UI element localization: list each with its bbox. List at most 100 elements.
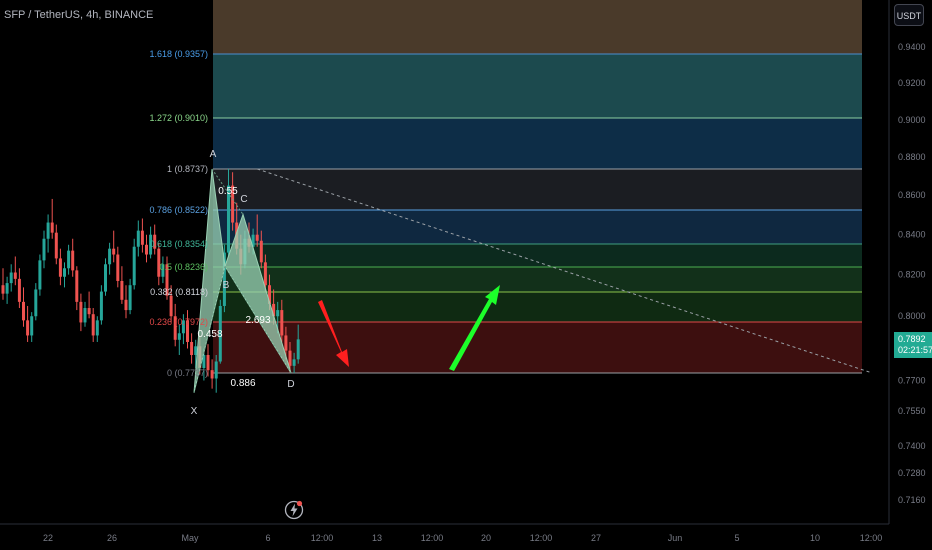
y-tick-label: 0.7160 [898, 495, 926, 505]
candle-body [50, 222, 54, 233]
candle-body [120, 280, 124, 300]
candle-body [30, 316, 34, 336]
candle-body [108, 248, 112, 265]
pattern-ratio-label: 0.458 [197, 329, 222, 340]
candle-body [42, 238, 46, 261]
x-tick-label: 12:00 [421, 533, 444, 543]
countdown-timer: 02:21:57 [898, 345, 932, 355]
candle-body [128, 285, 132, 311]
fib-zone-2[interactable] [213, 118, 862, 169]
candle-body [22, 301, 25, 321]
candle-body [34, 289, 38, 317]
candle-body [190, 341, 194, 355]
candle-body [38, 260, 42, 290]
x-axis-ticks[interactable]: 22 26 May 6 12:00 13 12:00 20 12:00 27 Jun 5 10 12:00 [43, 533, 882, 543]
fib-zone-5[interactable] [213, 244, 862, 267]
fib-zone-0[interactable] [213, 0, 862, 54]
candle-body [296, 339, 300, 360]
candle-body [124, 299, 128, 311]
fib-zone-3[interactable] [213, 169, 862, 210]
x-tick-label: 12:00 [860, 533, 883, 543]
candle-body [54, 232, 58, 259]
candle-body [116, 254, 120, 281]
fib-label-1: 1 (0.8737) [167, 164, 208, 174]
y-tick-label: 0.8400 [898, 230, 926, 240]
candle-body [71, 250, 75, 271]
fib-zone-4[interactable] [213, 210, 862, 244]
x-tick-label: Jun [668, 533, 683, 543]
fib-label-0: 0 (0.7737) [167, 368, 208, 378]
fib-zone-7[interactable] [213, 292, 862, 322]
pattern-point-B: B [223, 280, 230, 291]
candle-body [1, 285, 5, 294]
candle-body [104, 264, 107, 292]
y-tick-label: 0.7700 [898, 376, 926, 386]
chart-app: X A B C D 0.55 0.458 2.693 0.886 1.618 (0.9357) 1… [0, 0, 932, 550]
candle-body [214, 361, 218, 379]
candle-body [280, 310, 284, 336]
candle-body [292, 359, 296, 366]
y-tick-label: 0.8200 [898, 270, 926, 280]
candle-body [145, 244, 148, 255]
y-tick-label: 0.7280 [898, 468, 926, 478]
candle-body [169, 295, 173, 317]
currency-button[interactable]: USDT [894, 4, 924, 26]
last-price-badge: 0.7892 02:21:57 [894, 332, 932, 358]
last-price-value: 0.7892 [898, 334, 926, 344]
x-tick-label: 22 [43, 533, 53, 543]
fib-label-0.786: 0.786 (0.8522) [149, 205, 208, 215]
candle-body [112, 248, 116, 255]
candle-body [255, 234, 259, 241]
candle-body [263, 262, 267, 286]
fib-label-0.618: 0.618 (0.8354) [149, 239, 208, 249]
candle-body [5, 283, 9, 294]
fib-label-0.236: 0.236 (0.7972) [149, 317, 208, 327]
candle-body [210, 370, 214, 379]
y-tick-label: 0.7550 [898, 406, 926, 416]
pattern-point-D: D [287, 379, 294, 390]
pattern-point-A: A [210, 149, 217, 160]
y-tick-label: 0.9000 [898, 115, 926, 125]
fib-zone-1[interactable] [213, 54, 862, 118]
candle-body [13, 272, 17, 279]
candle-body [140, 230, 144, 245]
fib-zone-8[interactable] [213, 322, 862, 373]
candle-body [132, 246, 136, 286]
bolt-button[interactable] [284, 500, 304, 520]
candle-body [136, 230, 140, 247]
y-tick-label: 0.8600 [898, 190, 926, 200]
bolt-icon [284, 500, 304, 520]
alert-dot-icon [296, 500, 303, 507]
y-tick-label: 0.9200 [898, 78, 926, 88]
y-axis-ticks[interactable]: 0.9400 0.9200 0.9000 0.8800 0.8600 0.8400 0.82… [898, 42, 926, 505]
candle-body [26, 320, 30, 336]
candle-body [284, 335, 288, 351]
candle-body [9, 272, 13, 284]
fib-label-0.382: 0.382 (0.8118) [150, 287, 208, 297]
symbol-title[interactable]: SFP / TetherUS, 4h, BINANCE [4, 9, 153, 21]
x-tick-label: May [181, 533, 199, 543]
candle-body [63, 268, 66, 277]
candle-body [288, 350, 292, 366]
y-tick-label: 0.9400 [898, 42, 926, 52]
y-tick-label: 0.8000 [898, 311, 926, 321]
price-chart[interactable]: X A B C D 0.55 0.458 2.693 0.886 1.618 (0.9357) 1… [0, 0, 932, 550]
pattern-ratio-label: 0.55 [218, 186, 238, 197]
y-tick-label: 0.8800 [898, 152, 926, 162]
x-tick-label: 26 [107, 533, 117, 543]
candle-body [95, 320, 99, 336]
candle-body [83, 308, 87, 323]
x-tick-label: 6 [265, 533, 270, 543]
x-tick-label: 10 [810, 533, 820, 543]
candle-body [75, 270, 79, 302]
candle-body [67, 250, 71, 269]
candle-body [46, 222, 50, 239]
x-tick-label: 12:00 [530, 533, 553, 543]
candle-body [87, 308, 91, 315]
pattern-ratio-label: 2.693 [245, 315, 270, 326]
y-tick-label: 0.7400 [898, 441, 926, 451]
fib-label-1.272: 1.272 (0.9010) [149, 113, 208, 123]
fib-zone-6[interactable] [213, 267, 862, 292]
x-tick-label: 27 [591, 533, 601, 543]
candle-body [259, 240, 263, 263]
